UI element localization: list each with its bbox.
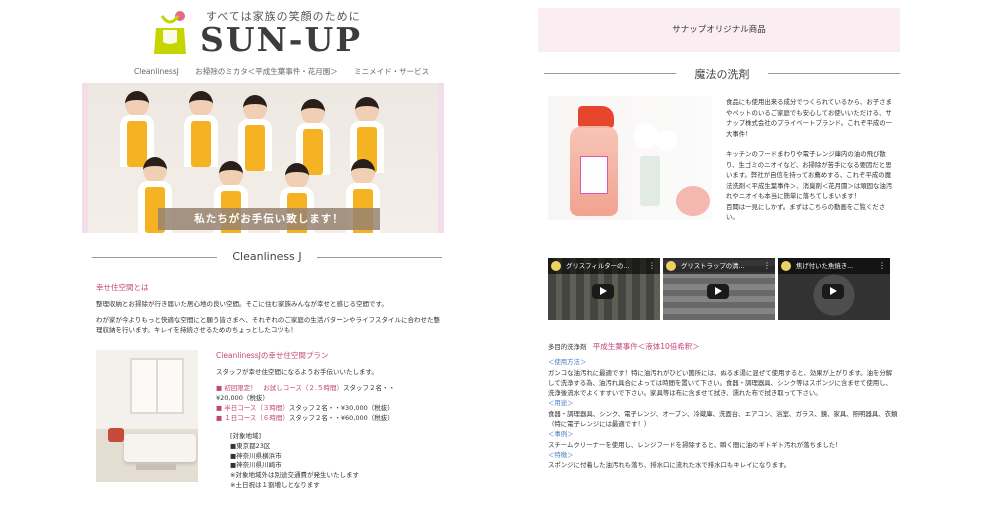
desc-paragraph-3: 百聞は一見にしかず。まずはこちらの動画をご覧ください。 [726,202,886,222]
plan-item-name: ■ １日コース（６時間） [216,414,289,422]
spray-trigger-icon [578,106,614,128]
plan-item: ■ １日コース（６時間）スタッフ２名・・¥60,000（税抜） [216,413,451,423]
intro-heading: 幸せ住空間とは [96,283,149,292]
video-title: グリストラップの清... [681,262,745,270]
product-label: 多目的洗浄剤 [548,343,587,351]
usage-text: ガンコな油汚れに最適です！特に油汚れがひどい箇所には、ぬるま湯に混ぜて使用すると… [548,368,893,398]
divider [768,73,900,74]
video-thumbnail[interactable]: 焦げ付いた魚焼き... ⋮ [778,258,890,320]
use-heading: ＜用途＞ [548,399,574,408]
product-description: 食品にも使用出来る成分でつくられているから、お子さまやペットのいるご家庭でも安心… [726,97,896,233]
example-heading: ＜事例＞ [548,430,574,439]
area-item: ■神奈川県川崎市 [230,461,282,470]
hero-caption: 私たちがお手伝い致します！ [158,208,380,230]
example-text: スチームクリーナーを使用し、レンジフードを掃除すると、瞬く間に油のギトギト汚れが… [548,440,842,449]
video-thumbnail[interactable]: グリスフィルターの... ⋮ [548,258,660,320]
service-area-block: [対象地域] ■東京都23区 ■神奈川県横浜市 ■神奈川県川崎市 ※対象地域外は… [230,432,430,491]
use-text: 食器・調理器具、シンク、電子レンジ、オーブン、冷蔵庫、洗面台、エアコン、浴室、ガ… [548,409,898,429]
plan-item-name: ■ 初回限定！ お試しコース（２.５時間） [216,384,343,392]
more-options-icon[interactable]: ⋮ [648,258,656,274]
spray-bottle-icon [570,126,618,216]
video-title: 焦げ付いた魚焼き... [796,262,854,270]
product-image [548,96,712,220]
top-nav: CleanlinessJ お掃除のミカタ＜平成生葉事件・花月園＞ ミニメイド・サ… [134,66,443,77]
product-details: 多目的洗浄剤 平成生葉事件＜液体10倍希釈＞ ＜使用方法＞ ガンコな油汚れに最適… [548,342,898,471]
left-page: すべては家族の笑顔のために SUN-UP CleanlinessJ お掃除のミカ… [78,0,448,510]
more-options-icon[interactable]: ⋮ [763,258,771,274]
product-title-row: 多目的洗浄剤 平成生葉事件＜液体10倍希釈＞ [548,342,898,352]
feature-text: スポンジに付着した油汚れも落ち、排水口に流れた水で排水口もキレイになります。 [548,461,791,470]
area-item: ■神奈川県横浜市 [230,451,282,460]
staff-hero-image: 私たちがお手伝い致します！ [82,83,444,233]
plan-item-price: スタッフ２名・・¥60,000（税抜） [288,414,394,422]
plan-item: ¥20,000（税抜） [216,393,451,403]
living-room-image [96,350,198,482]
section-heading-text: 魔法の洗剤 [694,68,750,81]
channel-avatar-icon [666,261,676,271]
usage-heading: ＜使用方法＞ [548,358,587,367]
feature-heading: ＜特徴＞ [548,450,574,459]
original-products-banner: サナップオリジナル商品 [538,8,900,52]
nav-item-minimaid[interactable]: ミニメイド・サービス [354,67,429,76]
play-icon[interactable] [707,284,729,299]
right-page: サナップオリジナル商品 魔法の洗剤 食品にも使用出来る成分でつくられているから、… [538,0,903,510]
video-thumbnail[interactable]: グリストラップの清... ⋮ [663,258,775,320]
intro-paragraph-2: わが家が今よりもっと快適な空間にと願う皆さまへ、それぞれのご家庭の生活パターンや… [96,316,441,334]
area-note: ※対象地域外は別途交通費が発生いたします [230,471,359,480]
nav-item-cleaning-helper[interactable]: お掃除のミカタ＜平成生葉事件・花月園＞ [195,67,338,76]
area-item: ■東京都23区 [230,441,271,450]
plan-heading: CleanlinessJの幸せ住空間プラン [216,351,329,360]
area-heading: [対象地域] [230,432,262,440]
desc-paragraph-2: キッチンのフードまわりや電子レンジ庫内の油の飛び散り、生ゴミのニオイなど、お掃除… [726,150,893,200]
channel-avatar-icon [551,261,561,271]
play-icon[interactable] [592,284,614,299]
play-icon[interactable] [822,284,844,299]
section-heading-magic-detergent: 魔法の洗剤 [544,66,900,81]
plan-block: CleanlinessJの幸せ住空間プラン スタッフが幸せ住空間になるようお手伝… [216,350,451,423]
plan-item: ■ 初回限定！ お試しコース（２.５時間）スタッフ２名・・ [216,383,451,393]
plan-item-price: スタッフ２名・・¥30,000（税抜） [288,404,394,412]
apron-logo-icon [154,11,186,54]
desc-paragraph-1: 食品にも使用出来る成分でつくられているから、お子さまやペットのいるご家庭でも安心… [726,98,893,138]
section-heading-cleanliness: Cleanliness J [92,250,442,264]
staff-person [184,91,218,167]
plan-item-name: ■ 半日コース（３時間） [216,404,289,412]
brand-logo-text[interactable]: SUN-UP [200,20,362,59]
area-note: ※土日祝は１割増しとなります [230,480,320,489]
product-name: 平成生葉事件＜液体10倍希釈＞ [592,342,700,351]
divider [317,257,442,258]
video-row: グリスフィルターの... ⋮ グリストラップの清... ⋮ 焦げ付いた魚焼き... ⋮ [548,258,890,320]
plan-item-price: ¥20,000（税抜） [216,394,269,402]
nav-item-cleanliness[interactable]: CleanlinessJ [134,67,179,76]
intro-block: 幸せ住空間とは 整理収納とお掃除が行き届いた居心地の良い空間。そこに住む家族みん… [96,282,446,341]
plan-item: ■ 半日コース（３時間）スタッフ２名・・¥30,000（税抜） [216,403,451,413]
plan-item-price: スタッフ２名・・ [342,384,395,392]
staff-person [238,95,272,171]
video-title: グリスフィルターの... [566,262,630,270]
intro-paragraph-1: 整理収納とお掃除が行き届いた居心地の良い空間。そこに住む家族みんなが幸せと感じる… [96,300,388,308]
plan-subtitle: スタッフが幸せ住空間になるようお手伝いいたします。 [216,368,378,376]
staff-person [120,91,154,167]
channel-avatar-icon [781,261,791,271]
more-options-icon[interactable]: ⋮ [878,258,886,274]
